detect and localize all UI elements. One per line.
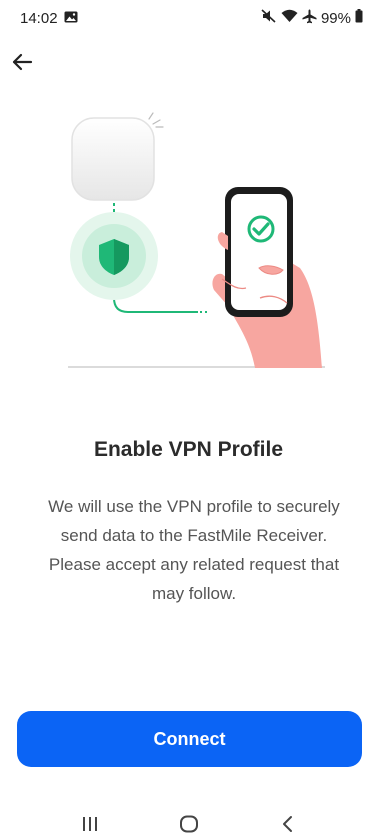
arrow-left-icon: [12, 53, 33, 71]
receiver-device: [71, 112, 164, 201]
battery-text: 99%: [320, 9, 351, 27]
connect-button[interactable]: Connect: [17, 711, 362, 767]
status-time: 14:02: [20, 9, 58, 27]
mute-icon: [261, 9, 277, 27]
recent-apps-icon: [82, 817, 97, 831]
page-title: Enable VPN Profile: [93, 438, 284, 461]
battery-icon: [355, 9, 363, 27]
home-button[interactable]: [169, 810, 209, 838]
status-left: 14:02: [20, 10, 78, 27]
back-icon: [282, 816, 292, 832]
wifi-icon: [281, 9, 298, 27]
back-button[interactable]: [8, 48, 36, 76]
home-icon: [179, 815, 198, 833]
phone-with-check: [212, 187, 322, 368]
shield-icon: [70, 212, 158, 300]
recent-apps-button[interactable]: [70, 810, 110, 838]
status-right: 99%: [261, 9, 363, 28]
gallery-icon: [64, 10, 78, 27]
vpn-illustration: [68, 112, 325, 368]
nav-back-button[interactable]: [268, 810, 308, 838]
status-bar: 14:02 99%: [0, 0, 377, 36]
description-text: We will use the VPN profile to securely …: [48, 497, 340, 603]
navigation-bar: [0, 808, 377, 840]
airplane-icon: [302, 9, 317, 28]
